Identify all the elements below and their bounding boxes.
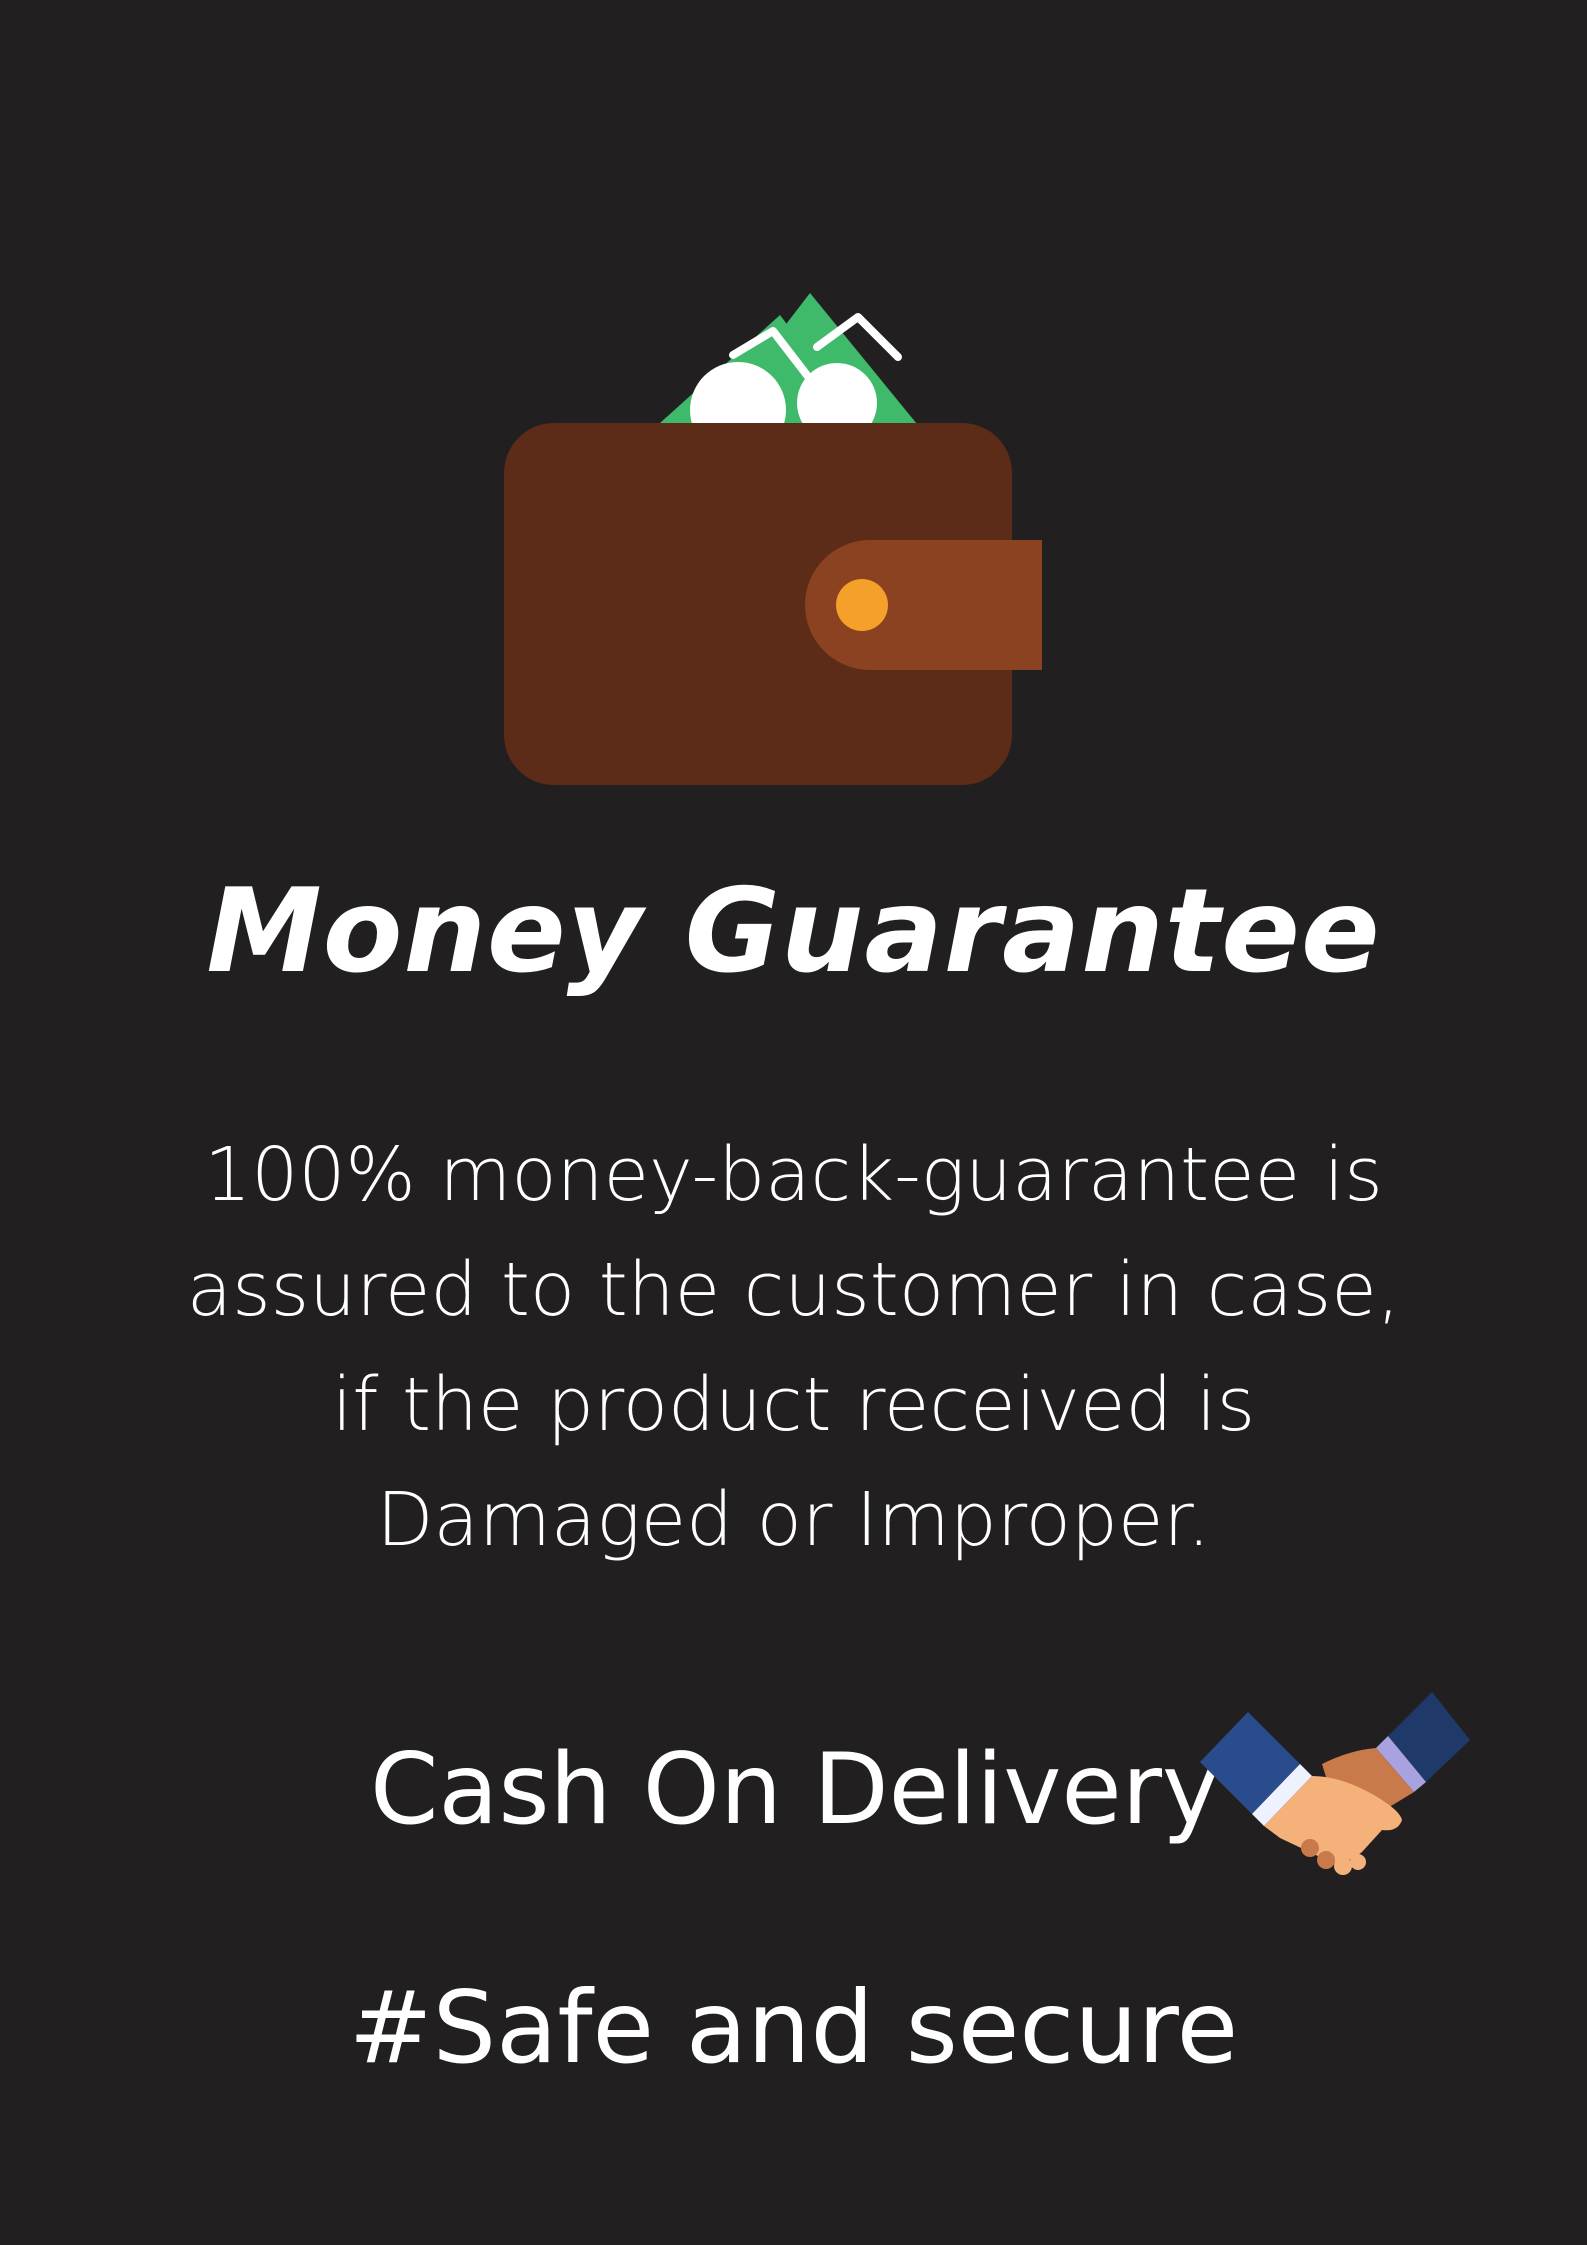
description-line: assured to the customer in case, — [186, 1247, 1401, 1333]
tagline: #Safe and secure — [348, 1969, 1239, 2086]
page-title: Money Guarantee — [206, 864, 1381, 999]
wallet-icon — [504, 293, 1042, 785]
finger — [1317, 1851, 1335, 1869]
wallet-illustration — [495, 285, 1055, 795]
description-line: if the product received is — [331, 1362, 1256, 1448]
cash-on-delivery-row: Cash On Delivery — [0, 1680, 1587, 1890]
cash-on-delivery-label: Cash On Delivery — [370, 1733, 1220, 1847]
description-line: Damaged or Improper. — [376, 1477, 1211, 1563]
description: 100% money-back-guarantee is assured to … — [0, 1118, 1587, 1578]
description-line: 100% money-back-guarantee is — [204, 1132, 1383, 1218]
finger — [1350, 1854, 1366, 1870]
finger — [1334, 1857, 1352, 1875]
handshake-icon — [1200, 1692, 1470, 1875]
wallet-button — [836, 579, 888, 631]
finger — [1301, 1839, 1319, 1857]
